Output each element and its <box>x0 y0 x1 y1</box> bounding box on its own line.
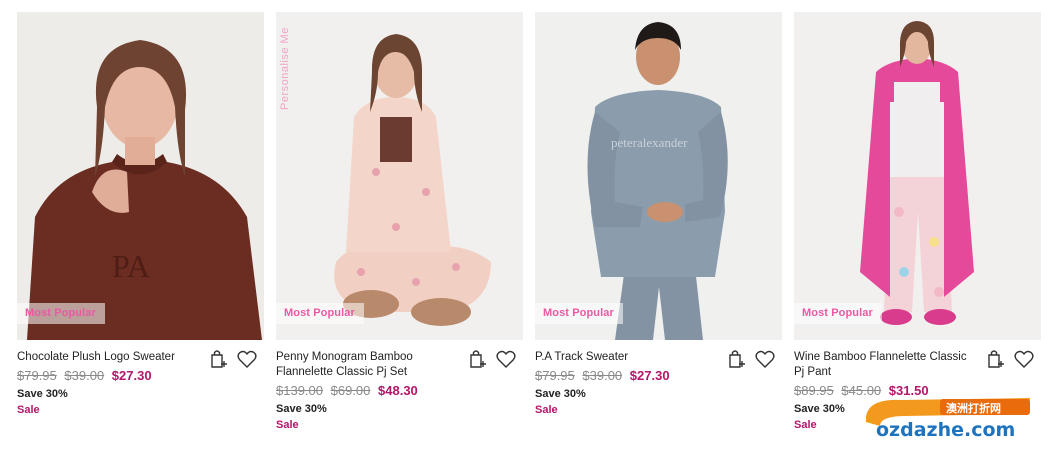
sale-label: Sale <box>17 404 40 416</box>
product-image[interactable]: peteralexander Most Popular <box>535 12 782 340</box>
product-actions <box>467 348 517 370</box>
sale-price: $48.30 <box>378 383 418 398</box>
price-row: $79.95 $39.00 $27.30 <box>535 368 782 383</box>
product-name[interactable]: P.A Track Sweater <box>535 350 715 365</box>
wishlist-heart-icon[interactable] <box>754 348 776 370</box>
product-name[interactable]: Wine Bamboo Flannelette Classic Pj Pant <box>794 350 974 380</box>
wishlist-heart-icon[interactable] <box>495 348 517 370</box>
product-actions <box>208 348 258 370</box>
product-photo-track-sweater: peteralexander <box>535 12 782 340</box>
svg-text:peteralexander: peteralexander <box>611 135 688 150</box>
product-image[interactable]: Most Popular <box>794 12 1041 340</box>
product-name[interactable]: Chocolate Plush Logo Sweater <box>17 350 197 365</box>
product-card[interactable]: Personalise Me Most Popular Penny Monogr… <box>276 12 523 442</box>
product-card[interactable]: Most Popular Wine Bamboo Flannelette Cla… <box>794 12 1041 442</box>
product-image[interactable]: Personalise Me Most Popular <box>276 12 523 340</box>
sale-price: $27.30 <box>111 368 152 383</box>
most-popular-badge: Most Popular <box>535 303 623 324</box>
wishlist-heart-icon[interactable] <box>1013 348 1035 370</box>
original-price: $79.95 <box>535 368 575 383</box>
wishlist-heart-icon[interactable] <box>236 348 258 370</box>
product-photo-chocolate-sweater: PA <box>17 12 264 340</box>
add-to-bag-icon[interactable] <box>726 348 748 370</box>
original-price: $79.95 <box>17 368 57 383</box>
most-popular-badge: Most Popular <box>794 303 882 324</box>
sale-label: Sale <box>535 404 558 416</box>
personalise-me-label[interactable]: Personalise Me <box>279 20 299 110</box>
save-percent: Save 30% <box>17 388 68 400</box>
was-price: $39.00 <box>582 368 623 383</box>
sale-price: $27.30 <box>629 368 670 383</box>
sale-label: Sale <box>276 419 299 431</box>
original-price: $139.00 <box>276 383 323 398</box>
most-popular-badge: Most Popular <box>17 303 105 324</box>
product-grid: PA Most Popular Chocolate Plush Logo Swe… <box>17 12 1042 442</box>
was-price: $39.00 <box>64 368 105 383</box>
svg-text:PA: PA <box>112 248 150 284</box>
add-to-bag-icon[interactable] <box>985 348 1007 370</box>
ozdazhe-watermark-logo: 澳洲打折网 ozdazhe.com <box>862 392 1034 442</box>
product-card[interactable]: peteralexander Most Popular P.A Track Sw… <box>535 12 782 442</box>
price-row: $79.95 $39.00 $27.30 <box>17 368 264 383</box>
save-percent: Save 30% <box>276 403 327 415</box>
price-row: $139.00 $69.00 $48.30 <box>276 383 523 398</box>
save-percent: Save 30% <box>535 388 586 400</box>
product-actions <box>726 348 776 370</box>
product-photo-penny-pj-set <box>276 12 523 340</box>
most-popular-badge: Most Popular <box>276 303 364 324</box>
product-name[interactable]: Penny Monogram Bamboo Flannelette Classi… <box>276 350 456 380</box>
add-to-bag-icon[interactable] <box>467 348 489 370</box>
product-actions <box>985 348 1035 370</box>
product-image[interactable]: PA Most Popular <box>17 12 264 340</box>
watermark-domain-text: ozdazhe.com <box>876 419 1015 441</box>
product-card[interactable]: PA Most Popular Chocolate Plush Logo Swe… <box>17 12 264 442</box>
add-to-bag-icon[interactable] <box>208 348 230 370</box>
original-price: $89.95 <box>794 383 834 398</box>
product-photo-wine-pj-pant <box>794 12 1041 340</box>
watermark-cn-text: 澳洲打折网 <box>946 401 1001 415</box>
was-price: $69.00 <box>330 383 371 398</box>
